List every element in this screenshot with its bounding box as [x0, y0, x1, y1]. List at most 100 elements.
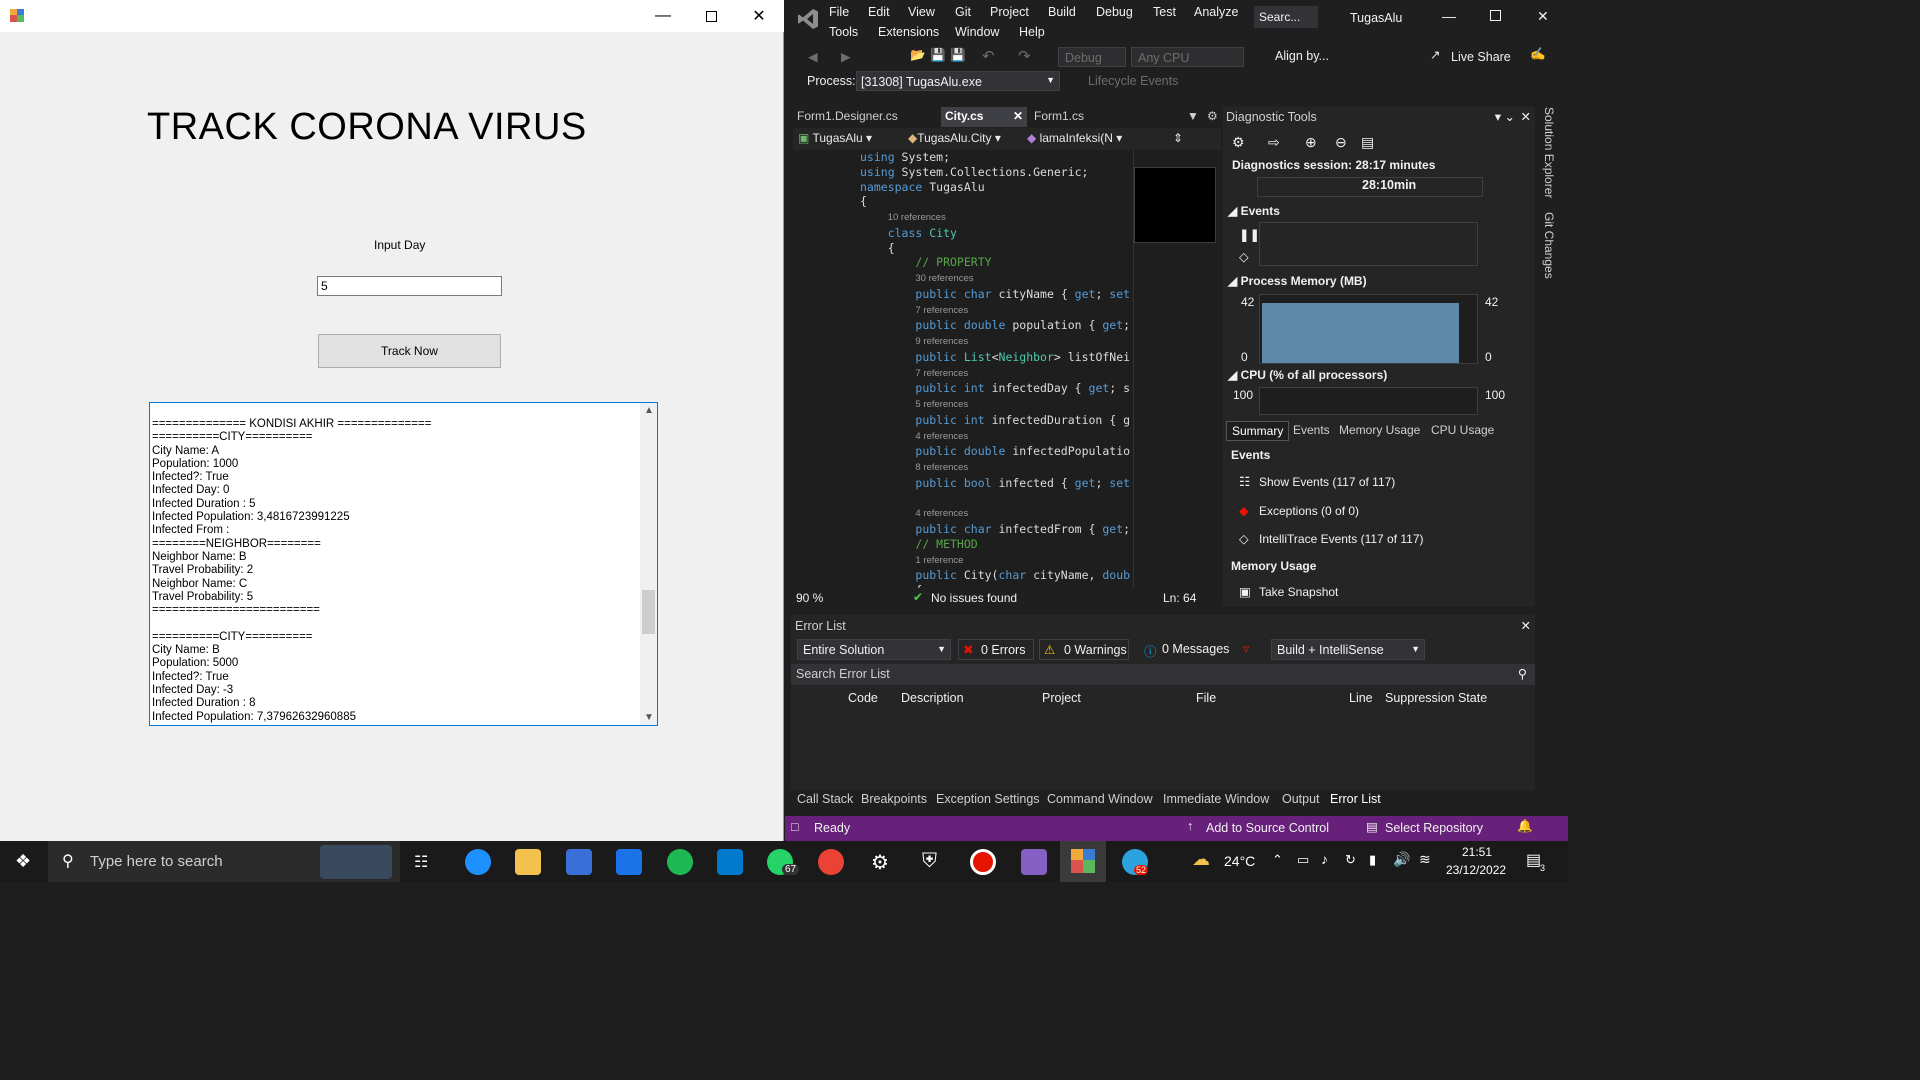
zoom-level[interactable]: 90 % [796, 591, 823, 605]
window-position-icon[interactable]: ▾ [1495, 109, 1501, 124]
tab-output[interactable]: Output [1282, 792, 1320, 806]
filter-icon[interactable]: ▿ [1243, 641, 1249, 656]
messages-filter-button[interactable]: ⓘ 0 Messages [1140, 639, 1232, 660]
warnings-filter-button[interactable]: ⚠ 0 Warnings [1039, 639, 1129, 660]
git-changes-tab[interactable]: Git Changes [1542, 212, 1556, 279]
tab-breakpoints[interactable]: Breakpoints [861, 792, 927, 806]
column-code[interactable]: Code [848, 691, 878, 705]
open-file-icon[interactable]: 📂 [910, 48, 926, 63]
nav-project-dropdown[interactable]: ▣ TugasAlu ▾ [798, 131, 872, 145]
store-icon[interactable] [566, 849, 592, 875]
exceptions-link[interactable]: Exceptions (0 of 0) [1259, 504, 1359, 518]
clock-time[interactable]: 21:51 [1462, 845, 1492, 859]
error-panel-close-icon[interactable]: ✕ [1521, 618, 1531, 633]
tab-cpu-usage[interactable]: CPU Usage [1426, 421, 1499, 441]
wifi-icon[interactable]: ≋ [1419, 851, 1431, 868]
tray-chevron-icon[interactable]: ⌃ [1272, 852, 1283, 868]
menu-build[interactable]: Build [1048, 5, 1076, 19]
clock-date[interactable]: 23/12/2022 [1446, 863, 1506, 877]
timeline-ruler[interactable]: 28:10min [1257, 177, 1483, 197]
tab-settings-icon[interactable]: ⚙ [1203, 107, 1222, 127]
weather-icon[interactable]: ☁ [1192, 849, 1210, 870]
show-events-link[interactable]: Show Events (117 of 117) [1259, 475, 1395, 489]
solution-explorer-tab[interactable]: Solution Explorer [1542, 107, 1556, 198]
menu-view[interactable]: View [908, 5, 935, 19]
code-editor[interactable]: using System; using System.Collections.G… [793, 150, 1133, 588]
tab-memory-usage[interactable]: Memory Usage [1334, 421, 1425, 441]
scroll-down-icon[interactable]: ▼ [644, 712, 654, 723]
settings-icon[interactable]: ⚙ [1232, 134, 1245, 151]
live-share-button[interactable]: Live Share [1451, 50, 1511, 64]
tab-command-window[interactable]: Command Window [1047, 792, 1153, 806]
events-track[interactable] [1259, 222, 1478, 266]
nav-back-icon[interactable]: ◀ [808, 49, 818, 64]
tugasalu-taskbar-icon[interactable] [1071, 849, 1095, 873]
record-icon[interactable] [970, 849, 996, 875]
menu-file[interactable]: File [829, 5, 849, 19]
nav-type-dropdown[interactable]: ◆TugasAlu.City ▾ [908, 131, 1001, 145]
panel-close-icon[interactable]: ✕ [1521, 109, 1531, 124]
tab-form1-cs[interactable]: Form1.cs [1030, 107, 1088, 127]
save-icon[interactable]: 💾 [930, 48, 946, 63]
column-file[interactable]: File [1196, 691, 1216, 705]
tab-events[interactable]: Events [1288, 421, 1335, 441]
taskbar-search-box[interactable]: ⚲ Type here to search [48, 841, 400, 882]
process-dropdown[interactable]: [31308] TugasAlu.exe ▼ [856, 71, 1060, 91]
zoom-out-icon[interactable]: ⊖ [1335, 134, 1347, 151]
column-suppression-state[interactable]: Suppression State [1385, 691, 1487, 705]
chrome-icon[interactable] [818, 849, 844, 875]
menu-tools[interactable]: Tools [829, 25, 858, 39]
scroll-up-icon[interactable]: ▲ [644, 405, 654, 416]
chart-icon[interactable]: ▤ [1361, 134, 1374, 151]
save-all-icon[interactable]: 💾 [950, 48, 966, 63]
cpu-graph[interactable] [1259, 387, 1478, 415]
weather-temperature[interactable]: 24°C [1224, 853, 1255, 869]
live-share-icon[interactable]: ↗ [1430, 47, 1440, 62]
vs-search-box[interactable]: Searc... [1254, 6, 1318, 28]
notifications-icon[interactable]: 🔔 [1517, 819, 1533, 834]
menu-help[interactable]: Help [1019, 25, 1045, 39]
maximize-button[interactable] [688, 0, 734, 32]
tab-immediate-window[interactable]: Immediate Window [1163, 792, 1269, 806]
vs-minimize-button[interactable]: — [1442, 8, 1456, 24]
events-section-header[interactable]: ◢ Events [1228, 204, 1280, 218]
build-scope-dropdown[interactable]: Build + IntelliSense ▼ [1271, 639, 1425, 660]
menu-project[interactable]: Project [990, 5, 1029, 19]
battery-icon[interactable]: ▮ [1369, 852, 1376, 868]
column-description[interactable]: Description [901, 691, 964, 705]
tab-summary[interactable]: Summary [1226, 421, 1290, 441]
tab-overflow-icon[interactable]: ▼ [1183, 107, 1203, 127]
menu-debug[interactable]: Debug [1096, 5, 1133, 19]
split-editor-icon[interactable]: ⇕ [1173, 131, 1183, 145]
column-line[interactable]: Line [1349, 691, 1373, 705]
tab-call-stack[interactable]: Call Stack [797, 792, 853, 806]
volume-icon[interactable]: 🔊 [1393, 851, 1410, 868]
result-scrollbar[interactable]: ▲ ▼ [640, 403, 657, 725]
no-issues-text[interactable]: No issues found [931, 591, 1017, 605]
security-shield-icon[interactable]: ⛨ [922, 850, 937, 873]
code-minimap[interactable] [1133, 150, 1216, 588]
redo-icon[interactable]: ↷ [1018, 47, 1031, 65]
errors-filter-button[interactable]: ✖ 0 Errors [958, 639, 1034, 660]
vscode-icon[interactable] [717, 849, 743, 875]
result-textbox[interactable]: ============== KONDISI AKHIR ===========… [149, 402, 658, 726]
microphone-icon[interactable]: ♪ [1321, 851, 1328, 867]
add-to-source-control-button[interactable]: Add to Source Control [1206, 821, 1329, 835]
settings-gear-icon[interactable]: ⚙ [871, 850, 889, 875]
scope-dropdown[interactable]: Entire Solution ▼ [797, 639, 951, 660]
visual-studio-taskbar-icon[interactable] [1021, 849, 1047, 875]
tab-form1-designer[interactable]: Form1.Designer.cs [793, 107, 902, 127]
edge-icon[interactable] [465, 849, 491, 875]
vs-close-button[interactable]: ✕ [1537, 8, 1549, 25]
minimap-viewport[interactable] [1134, 167, 1216, 243]
mail-icon[interactable] [616, 849, 642, 875]
tab-close-icon[interactable]: ✕ [1013, 109, 1023, 123]
export-icon[interactable]: ⇨ [1268, 134, 1280, 151]
tab-city-cs[interactable]: City.cs ✕ [941, 107, 1027, 127]
menu-analyze[interactable]: Analyze [1194, 5, 1238, 19]
align-by-button[interactable]: Align by... [1275, 49, 1329, 63]
telegram-icon[interactable]: 52 [1122, 849, 1149, 875]
tab-error-list[interactable]: Error List [1327, 792, 1384, 806]
sync-icon[interactable]: ↻ [1345, 852, 1356, 868]
feedback-icon[interactable]: ✍ [1530, 47, 1546, 62]
